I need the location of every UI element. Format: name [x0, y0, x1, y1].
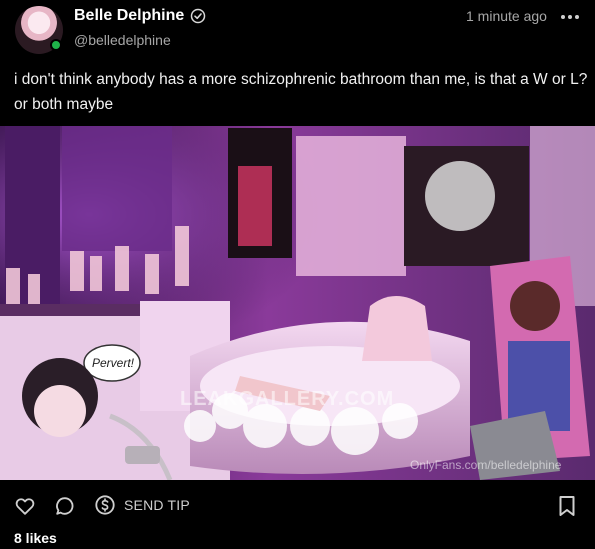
bathroom-photo: [0, 126, 595, 480]
author-handle[interactable]: @belledelphine: [74, 32, 171, 48]
post-timestamp[interactable]: 1 minute ago: [466, 8, 547, 24]
more-dots-icon[interactable]: [560, 10, 580, 24]
likes-count[interactable]: 8 likes: [14, 530, 57, 546]
avatar[interactable]: [15, 6, 63, 54]
bookmark-icon[interactable]: [557, 495, 577, 517]
post-actions: SEND TIP: [0, 490, 595, 524]
dollar-circle-icon: [95, 495, 115, 515]
verified-check-icon: [191, 8, 206, 24]
media-watermark: LEAKGALLERY.COM: [180, 388, 395, 410]
media-credit: OnlyFans.com/belledelphine: [410, 458, 562, 472]
post-media[interactable]: LEAKGALLERY.COM Pervert! OnlyFans.com/be…: [0, 126, 595, 480]
heart-icon[interactable]: [14, 495, 36, 517]
comment-icon[interactable]: [54, 495, 76, 517]
send-tip-button[interactable]: SEND TIP: [94, 494, 190, 516]
send-tip-label: SEND TIP: [124, 497, 190, 513]
post-card: Belle Delphine @belledelphine 1 minute a…: [0, 0, 595, 549]
author-display-name[interactable]: Belle Delphine: [74, 7, 184, 25]
post-text: i don't think anybody has a more schizop…: [14, 71, 588, 113]
online-status-dot: [50, 39, 62, 51]
author-name-row[interactable]: Belle Delphine: [74, 7, 206, 25]
speech-bubble-text: Pervert!: [92, 356, 135, 370]
